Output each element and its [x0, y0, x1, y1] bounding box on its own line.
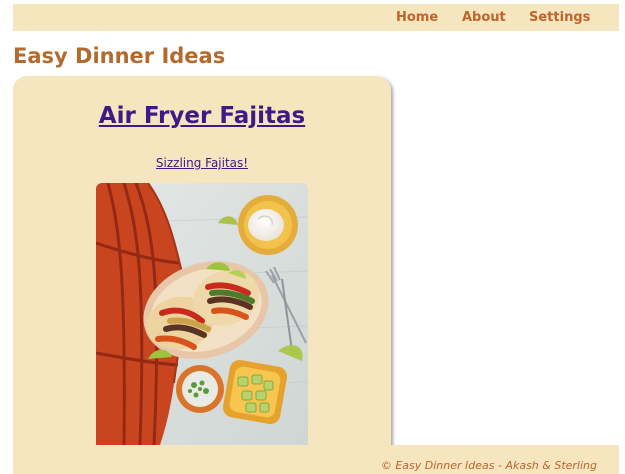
recipe-title-link[interactable]: Air Fryer Fajitas [99, 103, 305, 129]
fajitas-photo[interactable] [96, 183, 308, 445]
fajitas-photo-image [96, 183, 308, 445]
footer: © Easy Dinner Ideas - Akash & Sterling [13, 445, 619, 474]
copyright-text: © Easy Dinner Ideas - Akash & Sterling [380, 459, 597, 472]
page-title: Easy Dinner Ideas [13, 44, 226, 68]
recipe-title: Air Fryer Fajitas [13, 103, 391, 129]
nav-link-home[interactable]: Home [396, 10, 438, 25]
nav-link-about[interactable]: About [462, 10, 506, 25]
nav-link-settings[interactable]: Settings [529, 10, 590, 25]
recipe-subtitle: Sizzling Fajitas! [13, 156, 391, 170]
top-nav-bar: Home About Settings [13, 4, 619, 31]
recipe-link[interactable]: Sizzling Fajitas! [156, 156, 248, 170]
